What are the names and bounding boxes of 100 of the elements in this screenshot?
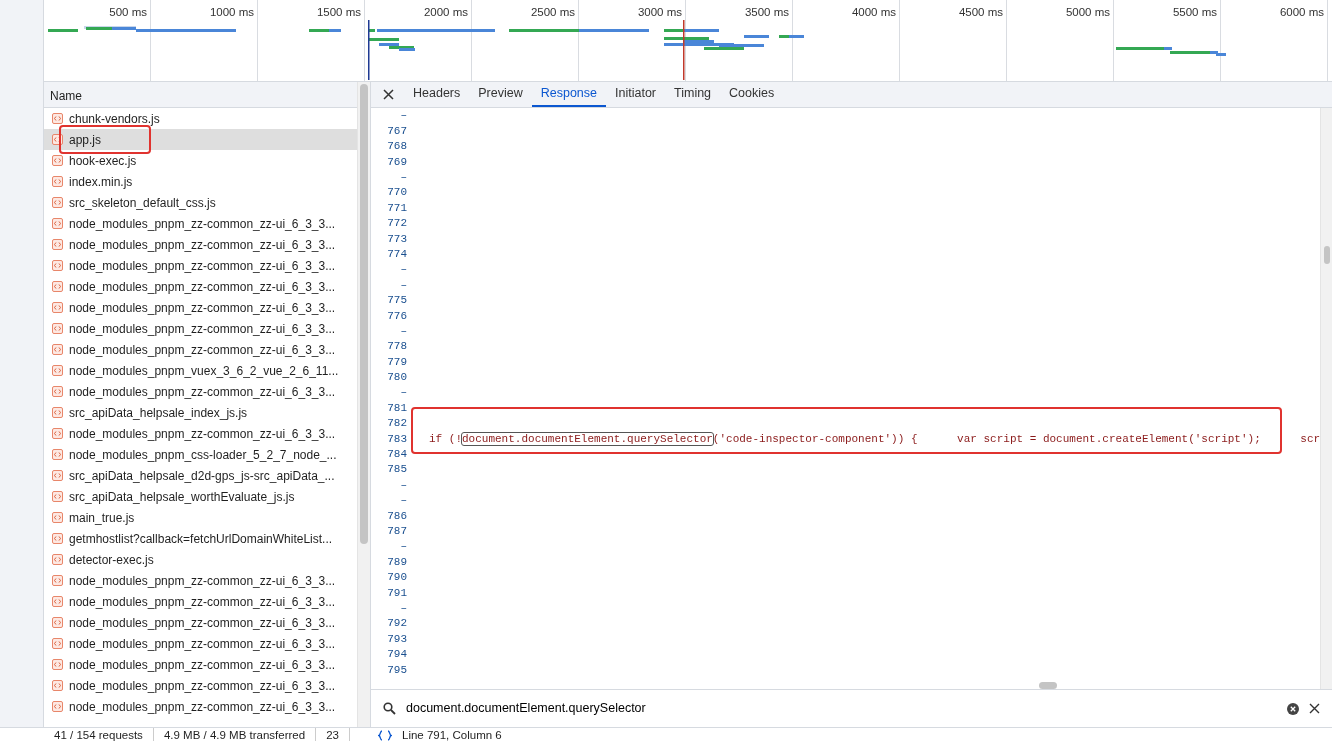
script-file-icon: [52, 134, 63, 145]
line-number: 778: [386, 339, 407, 355]
request-row[interactable]: node_modules_pnpm_zz-common_zz-ui_6_3_3...: [44, 276, 357, 297]
request-row[interactable]: node_modules_pnpm_zz-common_zz-ui_6_3_3...: [44, 213, 357, 234]
request-row[interactable]: node_modules_pnpm_vuex_3_6_2_vue_2_6_11...: [44, 360, 357, 381]
tab[interactable]: Cookies: [720, 82, 784, 107]
script-file-icon: [52, 638, 63, 649]
tick-label: 4000 ms: [851, 6, 896, 18]
line-number: 783: [386, 431, 407, 447]
search-icon: [383, 702, 396, 715]
line-number: 779: [386, 354, 407, 370]
line-number: 791: [386, 585, 407, 601]
script-file-icon: [52, 386, 63, 397]
file-name: node_modules_pnpm_zz-common_zz-ui_6_3_3...: [69, 698, 336, 716]
tick-label: 1500 ms: [316, 6, 361, 18]
script-file-icon: [52, 197, 63, 208]
line-number: 771: [386, 200, 407, 216]
status-text: 4.9 MB / 4.9 MB transferred: [153, 728, 317, 741]
scrollbar-thumb[interactable]: [1039, 682, 1057, 689]
tab[interactable]: Preview: [469, 82, 532, 107]
line-number: –: [399, 170, 407, 185]
clear-icon[interactable]: [1287, 702, 1299, 715]
file-name: node_modules_pnpm_zz-common_zz-ui_6_3_3...: [69, 614, 336, 632]
file-name: src_apiData_helpsale_worthEvaluate_js.js: [69, 488, 295, 506]
script-file-icon: [52, 680, 63, 691]
file-name: src_skeleton_default_css.js: [69, 194, 216, 212]
script-file-icon: [52, 218, 63, 229]
request-row[interactable]: detector-exec.js: [44, 549, 357, 570]
script-file-icon: [52, 596, 63, 607]
close-icon[interactable]: [1309, 703, 1320, 714]
tick-label: 5500 ms: [1172, 6, 1217, 18]
line-number: –: [399, 385, 407, 401]
request-row[interactable]: node_modules_pnpm_zz-common_zz-ui_6_3_3...: [44, 339, 357, 360]
line-number: –: [399, 477, 407, 493]
file-name: src_apiData_helpsale_index_js.js: [69, 404, 248, 422]
line-number: –: [399, 108, 407, 124]
request-row[interactable]: node_modules_pnpm_zz-common_zz-ui_6_3_3...: [44, 675, 357, 696]
scrollbar[interactable]: [357, 82, 370, 727]
request-row[interactable]: node_modules_pnpm_zz-common_zz-ui_6_3_3...: [44, 633, 357, 654]
request-row[interactable]: node_modules_pnpm_zz-common_zz-ui_6_3_3...: [44, 591, 357, 612]
file-name: src_apiData_helpsale_d2d-gps_js-src_apiData_...: [69, 467, 335, 485]
file-name: index.min.js: [69, 173, 133, 191]
request-row[interactable]: node_modules_pnpm_zz-common_zz-ui_6_3_3...: [44, 318, 357, 339]
file-name: node_modules_pnpm_zz-common_zz-ui_6_3_3...: [69, 278, 336, 296]
request-row[interactable]: node_modules_pnpm_zz-common_zz-ui_6_3_3...: [44, 297, 357, 318]
line-number: 793: [386, 631, 407, 647]
script-file-icon: [52, 575, 63, 586]
search-field[interactable]: document.documentElement.querySelector: [406, 699, 1277, 718]
request-row[interactable]: getmhostlist?callback=fetchUrlDomainWhiteList...: [44, 528, 357, 549]
tick-label: 5000 ms: [1065, 6, 1110, 18]
request-row[interactable]: node_modules_pnpm_zz-common_zz-ui_6_3_3...: [44, 696, 357, 717]
request-row[interactable]: node_modules_pnpm_css-loader_5_2_7_node_...: [44, 444, 357, 465]
column-header[interactable]: Name: [44, 82, 357, 108]
line-number: 780: [386, 370, 407, 386]
script-file-icon: [52, 407, 63, 418]
file-name: node_modules_pnpm_zz-common_zz-ui_6_3_3...: [69, 677, 336, 695]
script-file-icon: [52, 701, 63, 712]
request-row[interactable]: node_modules_pnpm_zz-common_zz-ui_6_3_3...: [44, 570, 357, 591]
file-name: node_modules_pnpm_css-loader_5_2_7_node_...: [69, 446, 337, 464]
line-number: 784: [386, 447, 407, 463]
tab[interactable]: Headers: [404, 82, 470, 107]
line-number: 770: [386, 185, 407, 201]
tab[interactable]: Timing: [665, 82, 721, 107]
line-number: 769: [386, 154, 407, 170]
request-row[interactable]: node_modules_pnpm_zz-common_zz-ui_6_3_3...: [44, 255, 357, 276]
tick-label: 4500 ms: [958, 6, 1003, 18]
pretty-print-icon[interactable]: [378, 728, 392, 741]
tick-label: 3000 ms: [637, 6, 682, 18]
request-row[interactable]: hook-exec.js: [44, 150, 357, 171]
request-row[interactable]: src_apiData_helpsale_d2d-gps_js-src_apiData_...: [44, 465, 357, 486]
request-row[interactable]: node_modules_pnpm_zz-common_zz-ui_6_3_3...: [44, 612, 357, 633]
file-name: node_modules_pnpm_zz-common_zz-ui_6_3_3...: [69, 341, 336, 359]
line-number: 773: [386, 231, 407, 247]
tick-label: 500 ms: [109, 6, 147, 18]
script-file-icon: [52, 449, 63, 460]
request-row[interactable]: src_apiData_helpsale_worthEvaluate_js.js: [44, 486, 357, 507]
request-row[interactable]: src_skeleton_default_css.js: [44, 192, 357, 213]
scrollbar[interactable]: [1320, 108, 1332, 689]
request-row[interactable]: main_true.js: [44, 507, 357, 528]
tab[interactable]: Initiator: [606, 82, 665, 107]
tab[interactable]: Response: [531, 82, 606, 107]
script-file-icon: [52, 260, 63, 271]
script-file-icon: [52, 302, 63, 313]
line-number: 782: [386, 416, 407, 432]
script-file-icon: [52, 239, 63, 250]
file-name: node_modules_pnpm_zz-common_zz-ui_6_3_3...: [69, 635, 336, 653]
tick-label: 3500 ms: [744, 6, 789, 18]
tick-label: 2000 ms: [423, 6, 468, 18]
close-icon[interactable]: [383, 89, 394, 100]
file-name: hook-exec.js: [69, 152, 137, 170]
request-row[interactable]: index.min.js: [44, 171, 357, 192]
request-row[interactable]: node_modules_pnpm_zz-common_zz-ui_6_3_3...: [44, 381, 357, 402]
request-row[interactable]: src_apiData_helpsale_index_js.js: [44, 402, 357, 423]
script-file-icon: [52, 428, 63, 439]
script-file-icon: [52, 533, 63, 544]
request-row[interactable]: node_modules_pnpm_zz-common_zz-ui_6_3_3...: [44, 423, 357, 444]
script-file-icon: [52, 344, 63, 355]
request-row[interactable]: node_modules_pnpm_zz-common_zz-ui_6_3_3...: [44, 654, 357, 675]
request-row[interactable]: node_modules_pnpm_zz-common_zz-ui_6_3_3...: [44, 234, 357, 255]
request-row[interactable]: chunk-vendors.js: [44, 108, 357, 129]
